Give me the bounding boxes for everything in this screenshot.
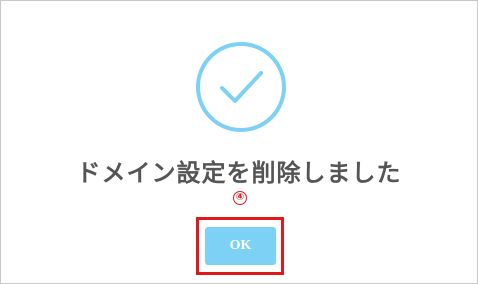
check-circle-icon	[196, 42, 286, 132]
step-number-marker: ④	[233, 191, 247, 205]
dialog-message: ドメイン設定を削除しました	[76, 159, 402, 187]
confirmation-dialog: ドメイン設定を削除しました ④ OK	[0, 0, 478, 284]
ok-button[interactable]: OK	[205, 227, 276, 265]
